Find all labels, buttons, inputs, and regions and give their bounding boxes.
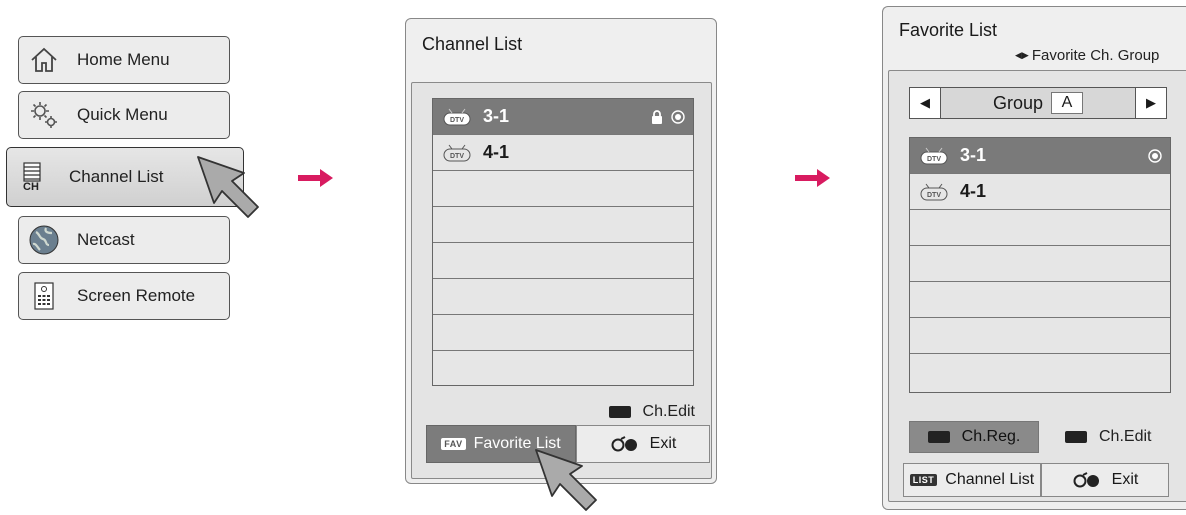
channel-row[interactable]: DTV 4-1	[433, 135, 693, 171]
menu-item-quick[interactable]: Quick Menu	[18, 91, 230, 139]
empty-row	[433, 207, 693, 243]
channel-list-panel: Channel List DTV 3-1 DTV 4-1 Ch.Edit FAV…	[405, 18, 717, 484]
remote-icon	[27, 279, 61, 313]
empty-row	[433, 171, 693, 207]
globe-icon	[27, 223, 61, 257]
selected-mark-icon	[671, 109, 685, 124]
triangle-right-icon: ▶	[1146, 95, 1156, 110]
favorite-list-body: ◀ Group A ▶ DTV 3-1 DTV 4-1 Ch.Reg. Ch.E…	[888, 70, 1186, 502]
next-step-arrow-icon	[795, 169, 830, 187]
black-key-icon	[927, 431, 950, 443]
lock-icon	[652, 109, 662, 124]
menu-item-label: Channel List	[69, 167, 164, 186]
ch-edit-key[interactable]: Ch.Edit	[1065, 428, 1151, 446]
left-right-arrows-icon: ◀▶	[1015, 50, 1029, 60]
empty-row	[910, 210, 1170, 246]
channel-list: DTV 3-1 DTV 4-1	[432, 98, 694, 386]
triangle-left-icon: ◀	[920, 95, 930, 110]
empty-row	[910, 282, 1170, 318]
empty-row	[433, 279, 693, 315]
pointer-cursor-icon	[535, 449, 597, 511]
svg-text:DTV: DTV	[450, 117, 464, 124]
menu-item-screen-remote[interactable]: Screen Remote	[18, 272, 230, 320]
group-prev-button[interactable]: ◀	[910, 88, 941, 118]
favorite-channel-list: DTV 3-1 DTV 4-1	[909, 137, 1171, 393]
channel-list-button[interactable]: LIST Channel List	[903, 463, 1041, 497]
channel-list-body: DTV 3-1 DTV 4-1 Ch.Edit FAV Favorite Lis…	[411, 82, 712, 479]
exit-button[interactable]: Exit	[1041, 463, 1169, 497]
list-key-icon: LIST	[909, 474, 938, 486]
menu-item-home[interactable]: Home Menu	[18, 36, 230, 84]
favorite-list-panel: Favorite List ◀▶ Favorite Ch. Group ◀ Gr…	[882, 6, 1186, 510]
ch-reg-button[interactable]: Ch.Reg.	[909, 421, 1039, 453]
favorite-group-hint: ◀▶ Favorite Ch. Group	[1015, 47, 1160, 64]
menu-item-label: Netcast	[77, 230, 135, 249]
black-key-icon	[1065, 431, 1087, 443]
favorite-channel-row[interactable]: DTV 3-1	[910, 138, 1170, 174]
channel-list-icon: CH	[23, 160, 53, 194]
panel-title: Favorite List	[899, 20, 998, 40]
dtv-icon: DTV	[443, 108, 471, 125]
svg-text:DTV: DTV	[927, 156, 941, 163]
dtv-icon: DTV	[920, 147, 948, 164]
gear-icon	[27, 98, 61, 132]
channel-number: 4-1	[483, 142, 510, 162]
ch-edit-key[interactable]: Ch.Edit	[608, 403, 695, 421]
svg-text:DTV: DTV	[927, 192, 941, 199]
home-icon	[27, 43, 61, 77]
next-step-arrow-icon	[298, 169, 333, 187]
selected-mark-icon	[1148, 148, 1162, 163]
exit-icon	[1073, 472, 1099, 488]
group-letter: A	[1051, 92, 1084, 114]
channel-number: 3-1	[960, 145, 987, 165]
menu-item-label: Quick Menu	[77, 105, 168, 124]
favorite-channel-row[interactable]: DTV 4-1	[910, 174, 1170, 210]
channel-number: 4-1	[960, 181, 987, 201]
pointer-cursor-icon	[197, 156, 259, 218]
svg-text:DTV: DTV	[450, 153, 464, 160]
menu-item-label: Screen Remote	[77, 286, 196, 305]
group-next-button[interactable]: ▶	[1135, 88, 1166, 118]
group-selector[interactable]: ◀ Group A ▶	[909, 87, 1167, 119]
exit-icon	[611, 436, 637, 452]
channel-number: 3-1	[483, 106, 510, 126]
empty-row	[910, 318, 1170, 354]
channel-row[interactable]: DTV 3-1	[433, 99, 693, 135]
dtv-icon: DTV	[920, 183, 948, 200]
black-key-icon	[608, 406, 631, 418]
empty-row	[433, 315, 693, 351]
group-display: Group A	[941, 92, 1135, 114]
empty-row	[433, 243, 693, 279]
empty-row	[910, 246, 1170, 282]
fav-key-icon: FAV	[441, 438, 466, 450]
panel-title: Channel List	[422, 34, 523, 54]
dtv-icon: DTV	[443, 144, 471, 161]
menu-item-label: Home Menu	[77, 50, 170, 69]
